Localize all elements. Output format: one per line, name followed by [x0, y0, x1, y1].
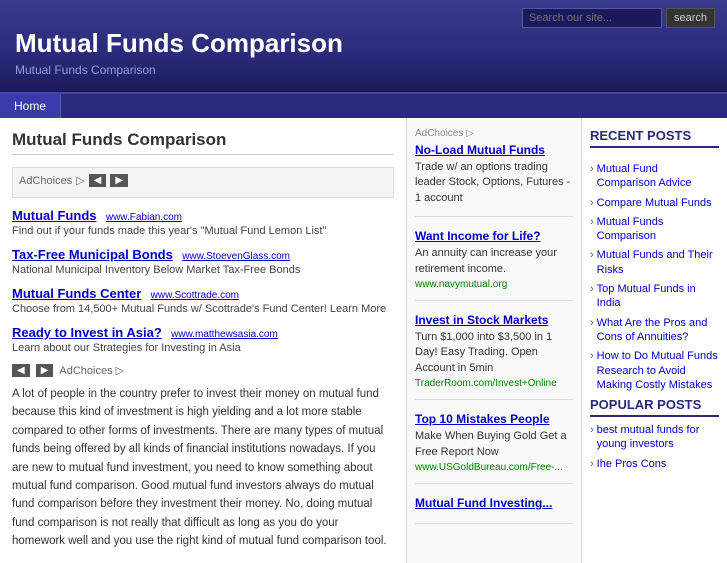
link-item-2: Tax-Free Municipal Bonds www.StoevenGlas…: [12, 247, 394, 276]
search-bar: search: [522, 8, 715, 28]
mid-ad-block-4: Top 10 Mistakes People Make When Buying …: [415, 412, 573, 484]
sidebar-popular-2[interactable]: Ihe Pros Cons: [597, 457, 667, 471]
mid-ad-block-1: No-Load Mutual Funds Trade w/ an options…: [415, 143, 573, 217]
link-mutual-funds[interactable]: Mutual Funds: [12, 208, 97, 223]
arrow-icon-p2: ›: [590, 458, 594, 470]
sidebar-recent-2[interactable]: Compare Mutual Funds: [597, 196, 712, 210]
mid-ad-url-2: www.navymutual.org: [415, 279, 573, 290]
arrow-icon-3: ›: [590, 216, 594, 228]
mid-ad-url-4: www.USGoldBureau.com/Free-...: [415, 462, 573, 473]
link-mutual-funds-url[interactable]: www.Fabian.com: [106, 212, 182, 223]
bottom-ad-row: ◀ ▶ AdChoices ▷: [12, 364, 394, 377]
ad-nav: AdChoices ▷ ◀ ▶: [19, 174, 387, 187]
sidebar-recent-5[interactable]: Top Mutual Funds in India: [597, 282, 719, 311]
arrow-icon-2: ›: [590, 197, 594, 209]
main-heading: Mutual Funds Comparison: [12, 130, 394, 155]
sidebar-recent-1[interactable]: Mutual Fund Comparison Advice: [597, 162, 719, 191]
ad-prev-button[interactable]: ◀: [89, 174, 107, 187]
link-item-4: Ready to Invest in Asia? www.matthewsasi…: [12, 325, 394, 354]
page-title: Mutual Funds Comparison: [15, 28, 712, 59]
popular-posts-title: POPULAR POSTS: [590, 397, 719, 417]
mid-ad-block-3: Invest in Stock Markets Turn $1,000 into…: [415, 313, 573, 400]
mid-ad-title-1[interactable]: No-Load Mutual Funds: [415, 143, 573, 157]
link-item-3: Mutual Funds Center www.Scottrade.com Ch…: [12, 286, 394, 315]
sidebar-link-7: › How to Do Mutual Funds Research to Avo…: [590, 349, 719, 392]
sidebar-link-2: › Compare Mutual Funds: [590, 196, 719, 210]
sidebar-popular-link-1: › best mutual funds for young investors: [590, 423, 719, 452]
sidebar-recent-6[interactable]: What Are the Pros and Cons of Annuities?: [597, 316, 719, 345]
nav-home[interactable]: Home: [0, 94, 61, 118]
main-content: Mutual Funds Comparison AdChoices ▷ ◀ ▶ …: [0, 118, 727, 563]
mid-ad-url-3: TraderRoom.com/Invest+Online: [415, 378, 573, 389]
sidebar-recent-4[interactable]: Mutual Funds and Their Risks: [597, 248, 719, 277]
sidebar-link-1: › Mutual Fund Comparison Advice: [590, 162, 719, 191]
middle-ads-column: AdChoices ▷ No-Load Mutual Funds Trade w…: [407, 118, 582, 563]
mid-ad-title-5[interactable]: Mutual Fund Investing...: [415, 496, 573, 510]
mid-ad-desc-3: Turn $1,000 into $3,500 in 1 Day! Easy T…: [415, 330, 573, 376]
link-funds-center-desc: Choose from 14,500+ Mutual Funds w/ Scot…: [12, 303, 394, 315]
bottom-ad-label: AdChoices ▷: [59, 364, 124, 377]
link-item-1: Mutual Funds www.Fabian.com Find out if …: [12, 208, 394, 237]
ad-choices-icon: ▷: [76, 174, 84, 187]
sidebar: RECENT POSTS › Mutual Fund Comparison Ad…: [582, 118, 727, 563]
arrow-icon-5: ›: [590, 283, 594, 295]
arrow-icon-1: ›: [590, 163, 594, 175]
top-ad-section: AdChoices ▷ ◀ ▶: [12, 167, 394, 198]
bottom-ad-prev[interactable]: ◀: [12, 364, 30, 377]
link-mutual-funds-desc: Find out if your funds made this year's …: [12, 225, 394, 237]
link-funds-center-url[interactable]: www.Scottrade.com: [151, 290, 239, 301]
sidebar-link-5: › Top Mutual Funds in India: [590, 282, 719, 311]
search-input[interactable]: [522, 8, 662, 28]
link-invest-asia-desc: Learn about our Strategies for Investing…: [12, 342, 394, 354]
bottom-ad-next[interactable]: ▶: [36, 364, 54, 377]
link-funds-center[interactable]: Mutual Funds Center: [12, 286, 141, 301]
sidebar-link-4: › Mutual Funds and Their Risks: [590, 248, 719, 277]
link-taxfree-url[interactable]: www.StoevenGlass.com: [182, 251, 290, 262]
body-text: A lot of people in the country prefer to…: [12, 385, 394, 551]
link-taxfree-bonds[interactable]: Tax-Free Municipal Bonds: [12, 247, 173, 262]
mid-ad-title-2[interactable]: Want Income for Life?: [415, 229, 573, 243]
mid-ad-title-4[interactable]: Top 10 Mistakes People: [415, 412, 573, 426]
header: search Mutual Funds Comparison Mutual Fu…: [0, 0, 727, 92]
search-button[interactable]: search: [666, 8, 715, 28]
link-invest-asia[interactable]: Ready to Invest in Asia?: [12, 325, 162, 340]
mid-ad-desc-2: An annuity can increase your retirement …: [415, 246, 573, 277]
mid-ad-title-3[interactable]: Invest in Stock Markets: [415, 313, 573, 327]
mid-ad-block-2: Want Income for Life? An annuity can inc…: [415, 229, 573, 301]
sidebar-link-3: › Mutual Funds Comparison: [590, 215, 719, 244]
recent-posts-title: RECENT POSTS: [590, 128, 719, 148]
center-column: Mutual Funds Comparison AdChoices ▷ ◀ ▶ …: [0, 118, 407, 563]
mid-ad-block-5: Mutual Fund Investing...: [415, 496, 573, 524]
arrow-icon-p1: ›: [590, 424, 594, 436]
nav-bar: Home: [0, 92, 727, 118]
link-invest-asia-url[interactable]: www.matthewsasia.com: [171, 329, 278, 340]
link-taxfree-desc: National Municipal Inventory Below Marke…: [12, 264, 394, 276]
sidebar-recent-7[interactable]: How to Do Mutual Funds Research to Avoid…: [597, 349, 719, 392]
mid-ad-desc-1: Trade w/ an options trading leader Stock…: [415, 160, 573, 206]
header-subtitle: Mutual Funds Comparison: [15, 63, 712, 77]
ad-choices-label: AdChoices: [19, 175, 72, 187]
ad-next-button[interactable]: ▶: [110, 174, 128, 187]
mid-ad-label: AdChoices ▷: [415, 128, 573, 139]
sidebar-link-6: › What Are the Pros and Cons of Annuitie…: [590, 316, 719, 345]
arrow-icon-7: ›: [590, 350, 594, 362]
arrow-icon-6: ›: [590, 317, 594, 329]
sidebar-recent-3[interactable]: Mutual Funds Comparison: [597, 215, 719, 244]
sidebar-popular-link-2: › Ihe Pros Cons: [590, 457, 719, 471]
arrow-icon-4: ›: [590, 249, 594, 261]
sidebar-popular-1[interactable]: best mutual funds for young investors: [597, 423, 719, 452]
mid-ad-desc-4: Make When Buying Gold Get a Free Report …: [415, 429, 573, 460]
